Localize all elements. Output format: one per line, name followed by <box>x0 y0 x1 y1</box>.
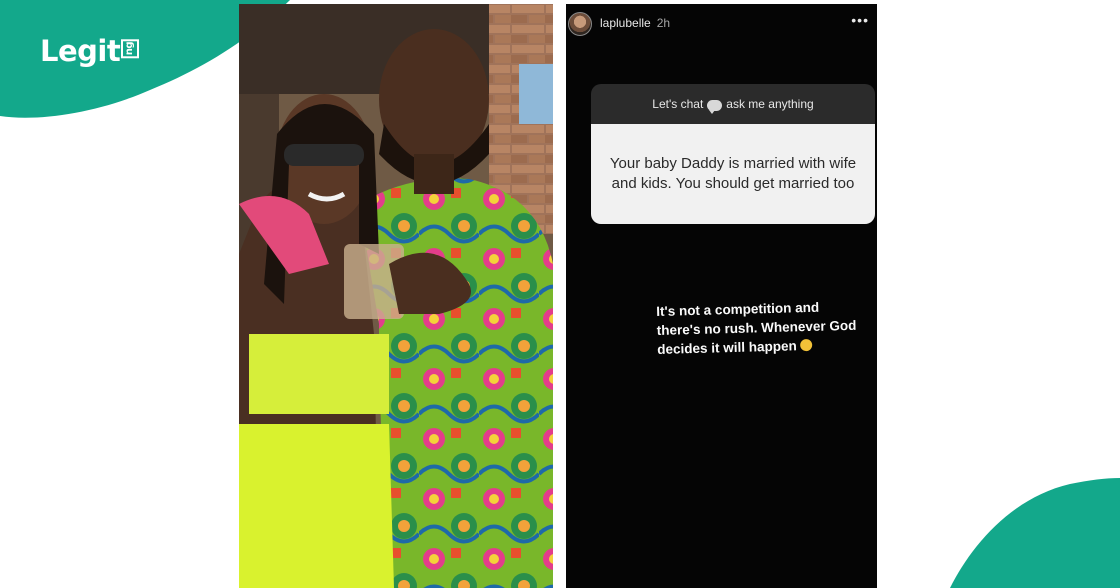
legit-logo[interactable]: Legit ng <box>40 34 140 68</box>
question-header-label: Let's chat <box>652 97 704 111</box>
story-header: laplubelle 2h ••• <box>566 4 877 46</box>
story-time: 2h <box>656 16 671 30</box>
story-username[interactable]: laplubelle 2h <box>600 16 670 30</box>
question-header-suffix: ask me anything <box>726 97 814 111</box>
question-sticker-header: Let's chat ask me anything <box>591 84 875 124</box>
chat-bubble-icon <box>707 99 723 114</box>
more-options-icon[interactable]: ••• <box>851 12 869 28</box>
instagram-story: laplubelle 2h ••• Let's chat ask me anyth… <box>566 4 877 588</box>
couple-photo <box>239 4 553 588</box>
username-text: laplubelle <box>600 16 651 30</box>
answer-text: It's not a competition and there's no ru… <box>656 299 857 357</box>
brand-corner-shape-bottom <box>950 478 1120 588</box>
question-text: Your baby Daddy is married with wife and… <box>591 124 875 224</box>
profile-avatar[interactable] <box>568 12 592 36</box>
answer-caption: It's not a competition and there's no ru… <box>656 297 862 359</box>
photo-illustration <box>239 4 553 588</box>
question-sticker: Let's chat ask me anything Your baby Dad… <box>591 84 875 224</box>
winking-emoji-icon <box>799 338 812 352</box>
logo-text: Legit <box>40 34 121 68</box>
logo-suffix: ng <box>121 39 140 59</box>
